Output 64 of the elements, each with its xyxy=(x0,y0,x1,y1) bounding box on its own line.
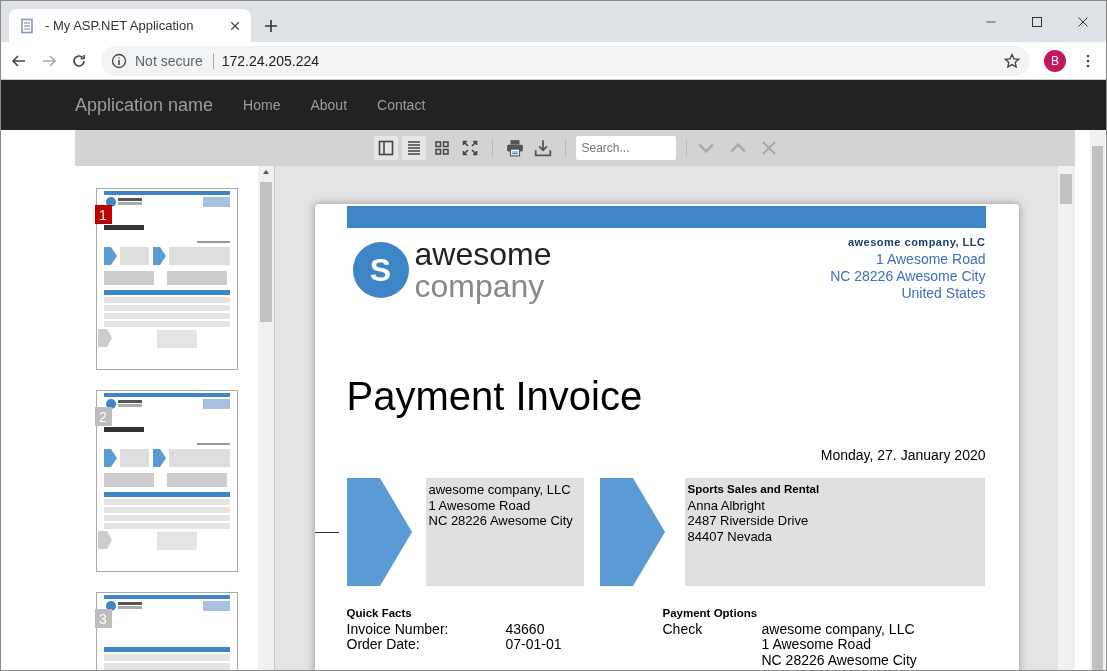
address-line: 1 Awesome Road xyxy=(761,637,871,653)
payment-method: Check xyxy=(662,621,704,639)
address-line: NC 28226 Awesome City xyxy=(428,513,574,529)
address-line: NC 28226 Awesome City xyxy=(761,652,917,668)
fact-label: Invoice Number: xyxy=(346,621,450,637)
profile-avatar[interactable]: B xyxy=(1044,49,1066,72)
document-icon xyxy=(19,17,35,34)
fact-value: 07-01-01 xyxy=(505,637,562,653)
url-text: 172.24.205.224 xyxy=(221,52,321,69)
grid-icon xyxy=(433,140,450,156)
maximize-icon xyxy=(1031,15,1043,28)
close-icon xyxy=(1077,15,1089,28)
browser-tab[interactable]: - My ASP.NET Application xyxy=(9,9,251,42)
page-number-badge: 3 xyxy=(94,609,112,628)
reload-icon xyxy=(71,52,87,69)
fact-label: Order Date: xyxy=(346,637,421,653)
lines-icon xyxy=(405,140,422,156)
invoice-date: Monday, 27. January 2020 xyxy=(819,447,986,463)
address-line: 2487 Riverside Drive xyxy=(687,513,810,529)
printer-icon xyxy=(505,139,524,157)
address-line: 84407 Nevada xyxy=(687,528,774,544)
scroll-up-icon xyxy=(262,168,270,176)
address-bar[interactable]: Not secure 172.24.205.224 xyxy=(101,45,1030,76)
nav-link[interactable]: About xyxy=(310,97,348,113)
leader-line xyxy=(314,532,339,533)
page-number-badge: 1 xyxy=(94,205,112,224)
address-line: awesome company, LLC xyxy=(428,482,572,498)
page-thumbnail[interactable]: 1 xyxy=(95,188,238,370)
section-heading: Payment Options xyxy=(662,606,759,621)
scrollbar-thumb[interactable] xyxy=(1092,146,1103,670)
customer-name: Sports Sales and Rental xyxy=(687,482,821,497)
forward-arrow-icon xyxy=(41,52,57,69)
download-icon xyxy=(533,139,552,157)
logo-mark: S xyxy=(352,242,409,298)
scrollbar-thumb[interactable] xyxy=(1060,174,1072,204)
address-line: Anna Albright xyxy=(687,497,766,513)
plus-icon xyxy=(263,17,279,34)
address-line: 1 Awesome Road xyxy=(428,497,532,513)
search-field[interactable]: Search... xyxy=(575,136,676,160)
logo-text: awesome xyxy=(414,238,552,270)
invoice-title: Payment Invoice xyxy=(346,374,644,419)
address-line: NC 28226 Awesome City xyxy=(830,268,986,285)
info-icon xyxy=(111,52,127,69)
page-number-badge: 2 xyxy=(94,407,112,426)
address-line: 1 Awesome Road xyxy=(876,251,986,268)
close-icon xyxy=(760,140,777,156)
address-line: United States xyxy=(901,285,986,302)
fact-value: 43660 xyxy=(505,621,545,637)
company-name: awesome company, LLC xyxy=(847,235,986,250)
address-line: awesome company, LLC xyxy=(761,621,916,637)
fullscreen-icon xyxy=(461,140,478,156)
sidebar-button[interactable] xyxy=(373,136,398,160)
back-arrow-icon xyxy=(11,52,27,69)
scrollbar-thumb[interactable] xyxy=(260,182,272,322)
sidebar-icon xyxy=(377,140,394,156)
close-icon xyxy=(229,19,241,32)
nav-link[interactable]: Home xyxy=(243,97,281,113)
continuous-button[interactable] xyxy=(401,136,426,160)
security-label: Not secure xyxy=(135,52,214,69)
star-icon xyxy=(1004,52,1020,69)
section-heading: Quick Facts xyxy=(346,606,413,621)
brand-link[interactable]: Application name xyxy=(75,94,214,116)
nav-link[interactable]: Contact xyxy=(377,97,426,113)
logo-text: company xyxy=(414,270,546,302)
